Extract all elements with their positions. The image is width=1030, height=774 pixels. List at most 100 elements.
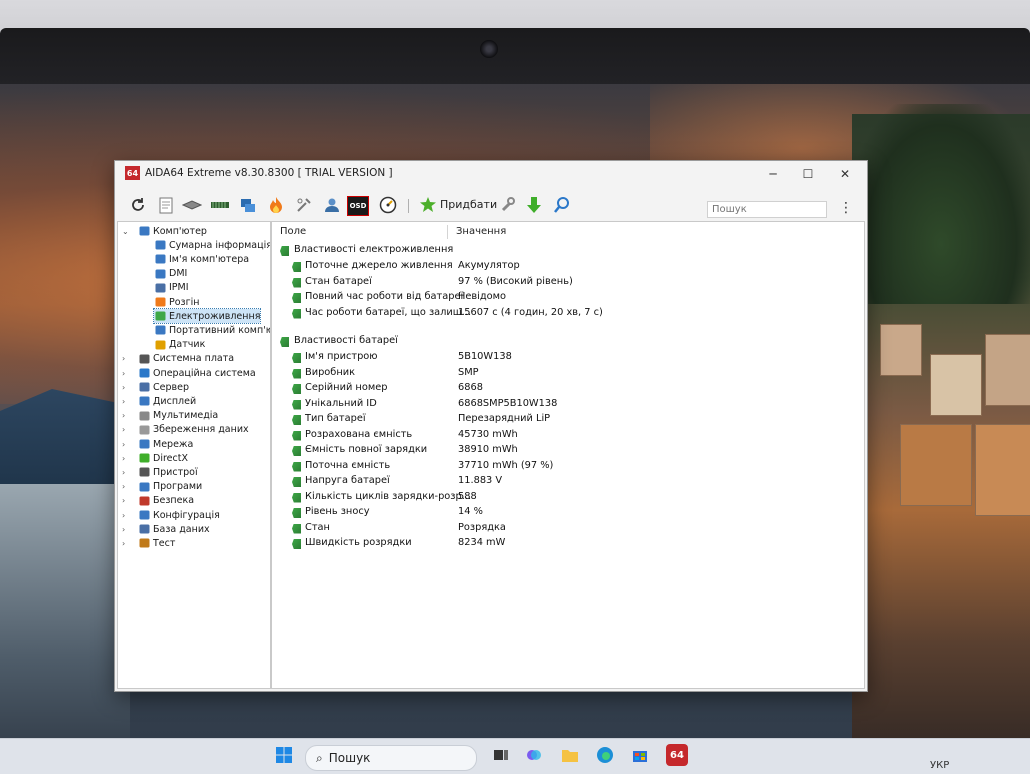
download-icon[interactable] (523, 194, 545, 216)
close-button[interactable]: ✕ (832, 165, 858, 183)
row-field: Кількість циклів зарядки-розр... (305, 490, 472, 502)
start-icon[interactable] (273, 744, 295, 766)
expand-icon[interactable]: › (122, 383, 125, 392)
tree-item[interactable]: › Пристрої (122, 465, 198, 479)
list-row[interactable]: Рівень зносу 14 % (292, 506, 852, 520)
expand-icon[interactable]: › (122, 440, 125, 449)
file-explorer-icon[interactable] (559, 744, 581, 766)
list-row[interactable]: Повний час роботи від батареї Невідомо (292, 291, 852, 305)
tree-item[interactable]: › Системна плата (122, 352, 234, 366)
tree-item[interactable]: ⌄ Комп'ютер (122, 224, 207, 238)
minimize-button[interactable]: ─ (760, 165, 786, 183)
taskbar (0, 738, 1030, 774)
tree-item[interactable]: Електроживлення (152, 308, 262, 325)
task-view-icon[interactable] (490, 744, 512, 766)
tree-item[interactable]: › Збереження даних (122, 423, 249, 437)
edge-icon[interactable] (594, 744, 616, 766)
list-row[interactable]: Стан батареї 97 % (Високий рівень) (292, 276, 852, 290)
tree-item[interactable]: Розгін (154, 295, 199, 309)
tree-item[interactable]: Портативний комп'юте (154, 323, 270, 337)
tree-item[interactable]: › DirectX (122, 451, 188, 465)
list-row[interactable]: Тип батареї Перезарядний LiP (292, 413, 852, 427)
list-row[interactable]: Ім'я пристрою 5B10W138 (292, 351, 852, 365)
tree-item[interactable]: › Дисплей (122, 394, 196, 408)
tree-item[interactable]: › Мережа (122, 437, 193, 451)
list-row[interactable]: Поточна ємність 37710 mWh (97 %) (292, 460, 852, 474)
search-icon[interactable] (551, 194, 573, 216)
aida64-taskbar-icon[interactable]: 64 (666, 744, 688, 766)
tree-item[interactable]: › Мультимедіа (122, 409, 218, 423)
osd-icon[interactable]: OSD (347, 196, 369, 216)
expand-icon[interactable]: › (122, 496, 125, 505)
column-header-field[interactable]: Поле (280, 226, 306, 237)
tree-item[interactable]: DMI (154, 267, 187, 281)
expand-icon[interactable]: › (122, 511, 125, 520)
list-row[interactable]: Поточне джерело живлення Акумулятор (292, 260, 852, 274)
tree-item[interactable]: › Безпека (122, 494, 194, 508)
list-row[interactable]: Розрахована ємність 45730 mWh (292, 429, 852, 443)
maximize-button[interactable]: ☐ (795, 165, 821, 183)
tree-item-label: DirectX (153, 452, 188, 464)
network-icon[interactable] (237, 194, 259, 216)
tools-icon[interactable] (293, 194, 315, 216)
tree-item[interactable]: › Програми (122, 480, 202, 494)
directx-icon (138, 453, 150, 464)
tree-item[interactable]: IPMI (154, 281, 189, 295)
more-options-icon[interactable]: ⋮ (839, 200, 853, 216)
tree-item-label: Комп'ютер (153, 225, 207, 237)
expand-icon[interactable]: › (122, 425, 125, 434)
store-icon[interactable] (629, 744, 651, 766)
list-row[interactable]: Швидкість розрядки 8234 mW (292, 537, 852, 551)
gauge-icon[interactable] (377, 194, 399, 216)
column-divider[interactable] (447, 225, 448, 239)
row-field: Тип батареї (305, 413, 366, 424)
buy-button[interactable]: Придбати (440, 198, 497, 211)
list-row[interactable]: Напруга батареї 11.883 V (292, 475, 852, 489)
collapse-icon[interactable]: ⌄ (122, 227, 129, 236)
tree-item[interactable]: › Операційна система (122, 366, 256, 380)
toolbar-separator (408, 199, 409, 213)
tray-language[interactable]: УКР (930, 760, 949, 771)
list-row[interactable]: Унікальний ID 6868SMP5B10W138 (292, 398, 852, 412)
programs-icon (138, 481, 150, 492)
refresh-icon[interactable] (127, 194, 149, 216)
wrench-icon[interactable] (497, 194, 519, 216)
database-icon (138, 524, 150, 535)
tree-item[interactable]: › Конфігурація (122, 508, 220, 522)
list-row[interactable]: Час роботи батареї, що залиш... 15607 с (… (292, 307, 852, 321)
taskbar-search-label: Пошук (328, 751, 371, 765)
tree-item[interactable]: Датчик (154, 338, 205, 352)
expand-icon[interactable]: › (122, 397, 125, 406)
expand-icon[interactable]: › (122, 482, 125, 491)
expand-icon[interactable]: › (122, 539, 125, 548)
taskbar-search[interactable]: ⌕ Пошук (305, 745, 477, 771)
user-icon[interactable] (321, 194, 343, 216)
list-row[interactable]: Ємність повної зарядки 38910 mWh (292, 444, 852, 458)
tree-item[interactable]: › Сервер (122, 380, 189, 394)
expand-icon[interactable]: › (122, 525, 125, 534)
list-row[interactable]: Серійний номер 6868 (292, 382, 852, 396)
flame-icon[interactable] (265, 194, 287, 216)
tree-item[interactable]: Ім'я комп'ютера (154, 252, 249, 266)
row-icon (292, 353, 301, 363)
motherboard-icon[interactable] (209, 194, 231, 216)
tree-item[interactable]: Сумарна інформація (154, 238, 270, 252)
search-input[interactable] (707, 201, 827, 218)
expand-icon[interactable]: › (122, 454, 125, 463)
copilot-icon[interactable] (523, 744, 545, 766)
report-icon[interactable] (155, 194, 177, 216)
expand-icon[interactable]: › (122, 468, 125, 477)
row-value: Невідомо (458, 291, 507, 302)
list-row[interactable]: Виробник SMP (292, 367, 852, 381)
tree-item[interactable]: › Тест (122, 536, 175, 550)
tree-item[interactable]: › База даних (122, 522, 210, 536)
list-row[interactable]: Кількість циклів зарядки-розр... 588 (292, 491, 852, 505)
column-header-value[interactable]: Значення (456, 226, 506, 237)
add-icon[interactable] (417, 194, 439, 216)
memory-icon[interactable] (181, 194, 203, 216)
list-row[interactable]: Стан Розрядка (292, 522, 852, 536)
expand-icon[interactable]: › (122, 354, 125, 363)
expand-icon[interactable]: › (122, 369, 125, 378)
expand-icon[interactable]: › (122, 411, 125, 420)
row-field: Рівень зносу (305, 506, 370, 517)
